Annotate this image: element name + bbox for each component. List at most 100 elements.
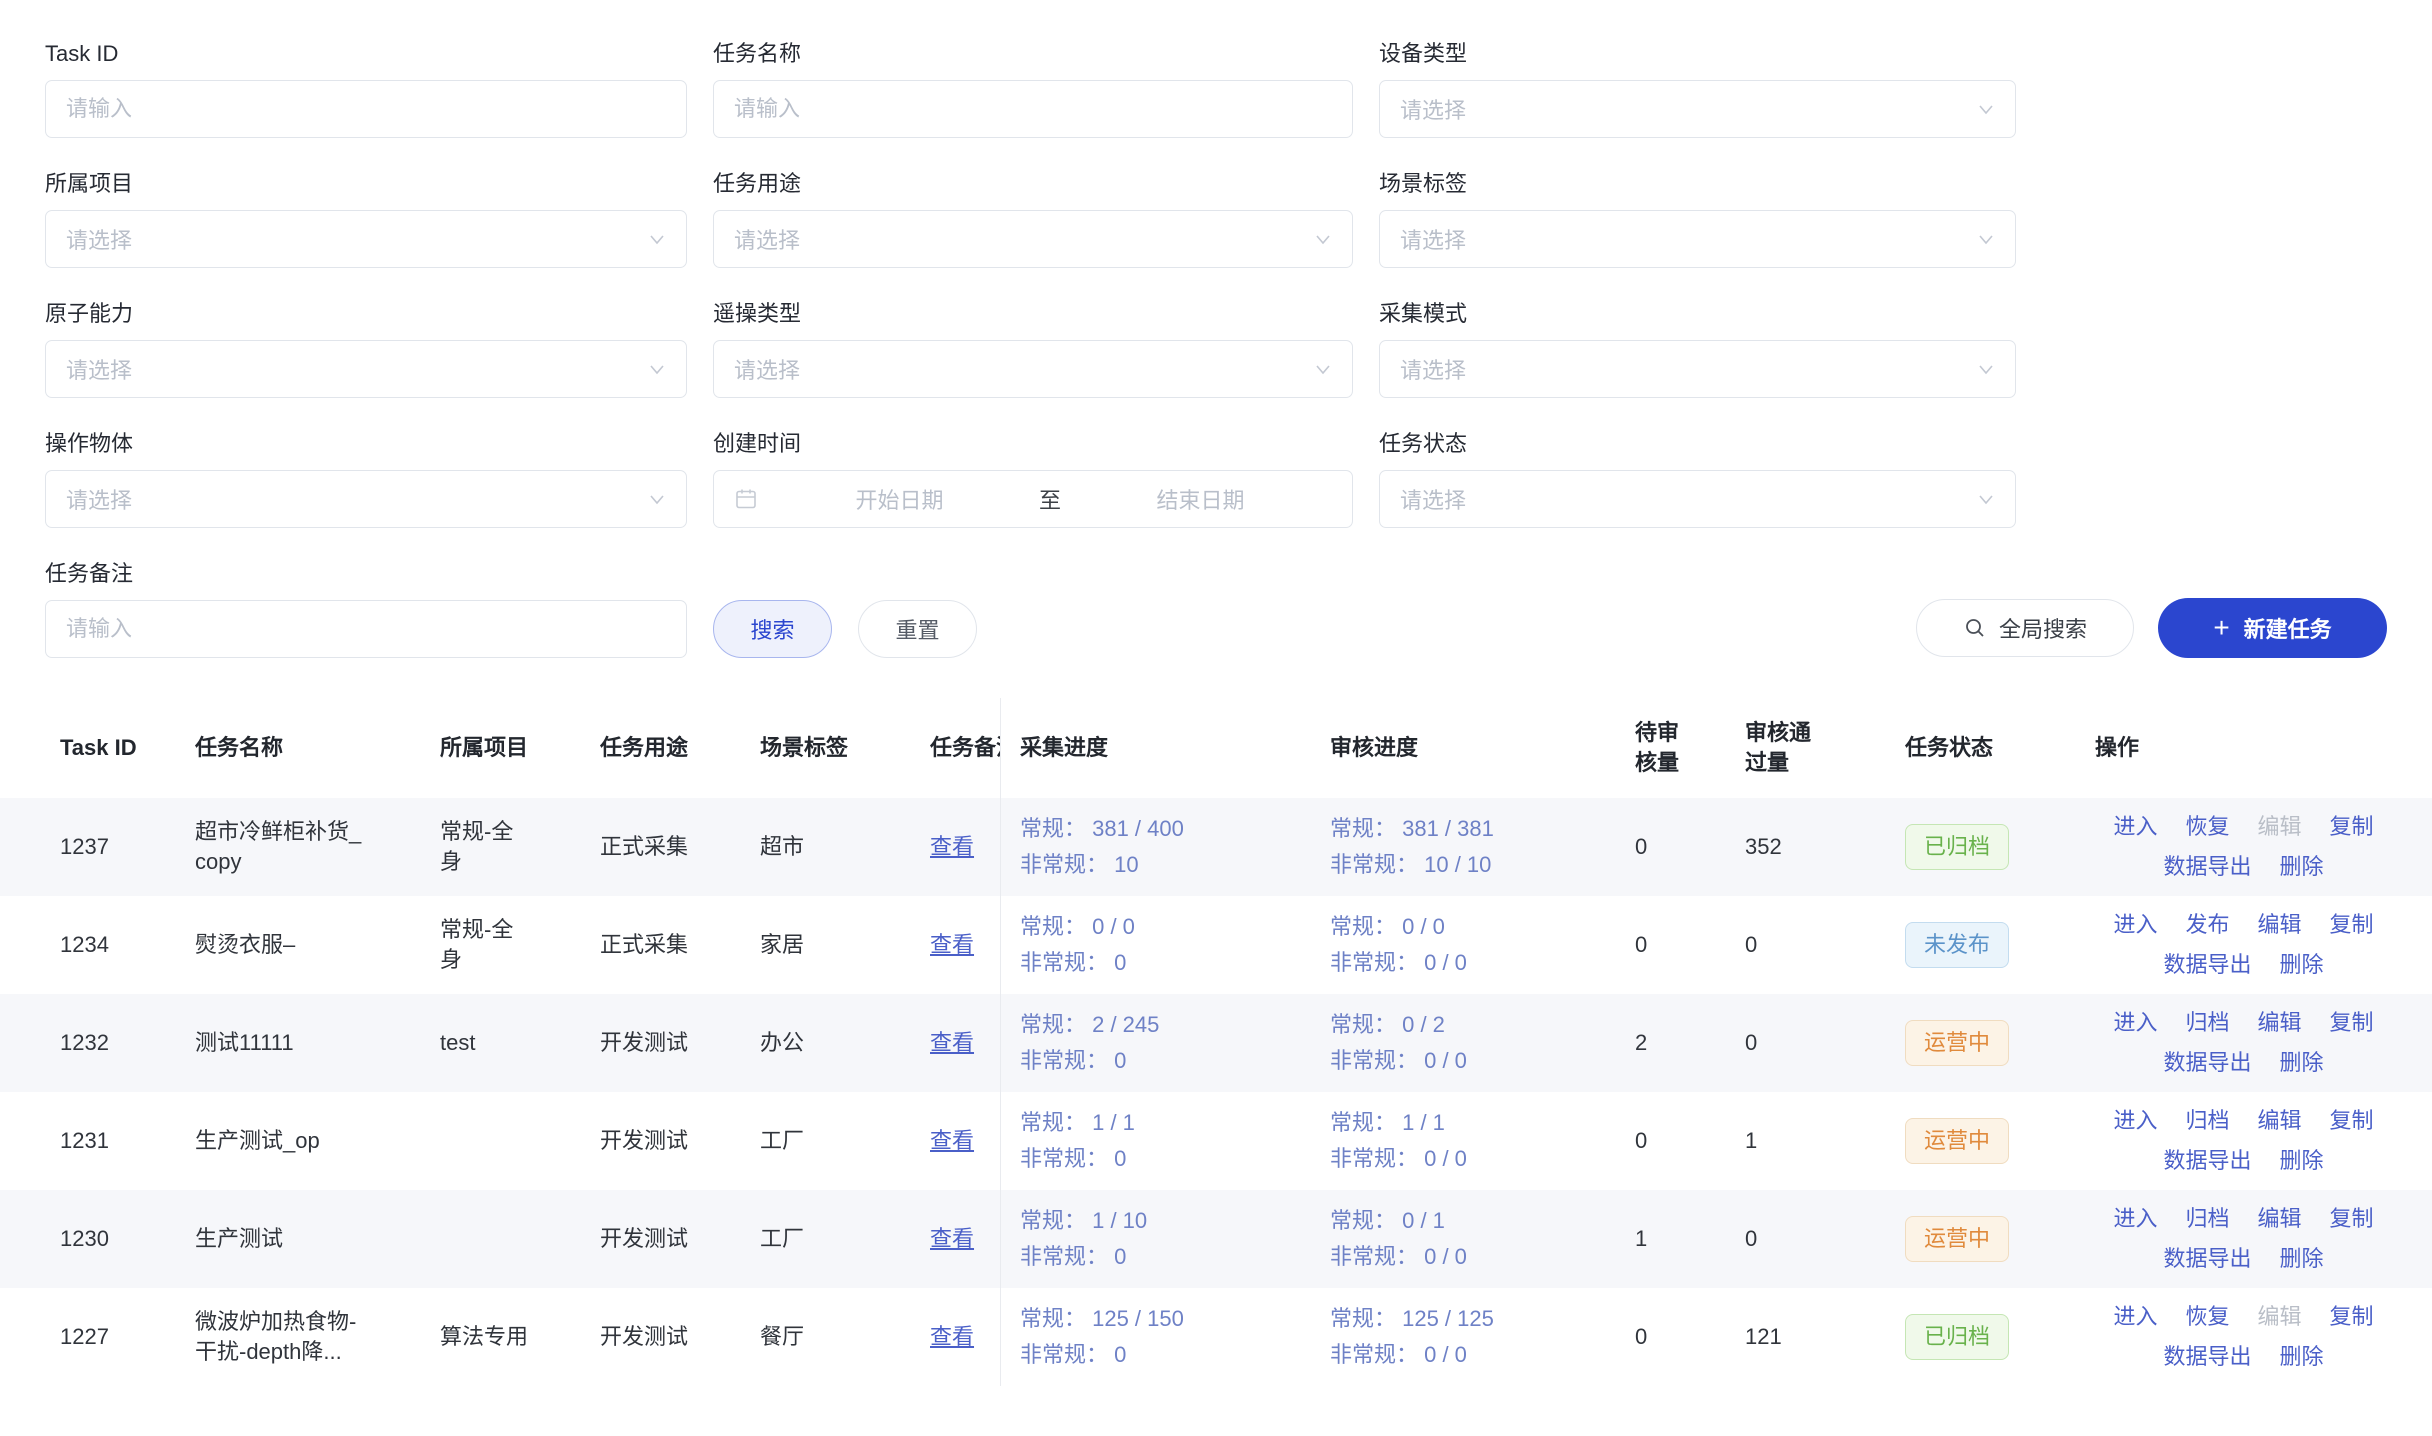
- action-link[interactable]: 复制: [2330, 910, 2374, 940]
- task-status-select[interactable]: 请选择: [1379, 470, 2016, 528]
- cell-approved-count: 0: [1745, 1028, 1905, 1058]
- action-link[interactable]: 复制: [2330, 1008, 2374, 1038]
- view-remark-link[interactable]: 查看: [930, 1126, 974, 1156]
- operate-object-select[interactable]: 请选择: [45, 470, 687, 528]
- chevron-down-icon: [1977, 230, 1995, 248]
- action-link[interactable]: 删除: [2280, 1048, 2324, 1078]
- cell-pending-count: 1: [1635, 1224, 1745, 1254]
- action-link[interactable]: 复制: [2330, 1302, 2374, 1332]
- action-link[interactable]: 复制: [2330, 812, 2374, 842]
- action-link[interactable]: 恢复: [2185, 1302, 2229, 1332]
- cell-remark: 查看: [930, 1224, 1000, 1254]
- filter-task-id: Task ID: [45, 40, 687, 138]
- task-remark-input[interactable]: [66, 616, 666, 642]
- action-link[interactable]: 进入: [2113, 1204, 2157, 1234]
- filter-label: 操作物体: [45, 430, 687, 458]
- action-link[interactable]: 删除: [2280, 1342, 2324, 1372]
- action-link[interactable]: 进入: [2113, 1106, 2157, 1136]
- filter-create-time: 创建时间 开始日期 至 结束日期: [713, 430, 1353, 528]
- action-link[interactable]: 复制: [2330, 1106, 2374, 1136]
- action-link[interactable]: 编辑: [2258, 1204, 2302, 1234]
- col-header-purpose: 任务用途: [600, 733, 760, 763]
- search-button[interactable]: 搜索: [713, 600, 832, 658]
- action-link[interactable]: 归档: [2185, 1106, 2229, 1136]
- cell-collect-progress: 常规： 1 / 10非常规： 0: [1020, 1203, 1330, 1275]
- device-type-select[interactable]: 请选择: [1379, 80, 2016, 138]
- cell-remark: 查看: [930, 1322, 1000, 1352]
- start-date-placeholder[interactable]: 开始日期: [768, 483, 1031, 515]
- create-task-label: 新建任务: [2244, 612, 2332, 644]
- scene-tag-select[interactable]: 请选择: [1379, 210, 2016, 268]
- cell-scene: 家居: [760, 930, 930, 960]
- task-name-input[interactable]: [734, 96, 1332, 122]
- action-link[interactable]: 数据导出: [2163, 1146, 2251, 1176]
- fixed-column-divider: [1000, 698, 1001, 1386]
- status-badge: 未发布: [1905, 922, 2009, 968]
- col-header-project: 所属项目: [440, 733, 600, 763]
- action-link[interactable]: 删除: [2280, 950, 2324, 980]
- cell-task-id: 1237: [60, 832, 195, 862]
- action-link[interactable]: 编辑: [2258, 910, 2302, 940]
- action-link[interactable]: 编辑: [2258, 1008, 2302, 1038]
- action-link[interactable]: 进入: [2113, 910, 2157, 940]
- view-remark-link[interactable]: 查看: [930, 930, 974, 960]
- purpose-select[interactable]: 请选择: [713, 210, 1353, 268]
- cell-purpose: 正式采集: [600, 832, 760, 862]
- view-remark-link[interactable]: 查看: [930, 832, 974, 862]
- action-link[interactable]: 恢复: [2185, 812, 2229, 842]
- task-table: Task ID 任务名称 所属项目 任务用途 场景标签 任务备注 采集进度 审核…: [0, 698, 2432, 1386]
- col-header-task-name: 任务名称: [195, 733, 440, 763]
- filter-label: 任务备注: [45, 560, 687, 588]
- cell-actions: 进入归档编辑复制数据导出删除: [2095, 1008, 2412, 1078]
- collect-mode-select[interactable]: 请选择: [1379, 340, 2016, 398]
- action-link: 编辑: [2258, 812, 2302, 842]
- create-task-button[interactable]: + 新建任务: [2158, 598, 2387, 658]
- action-link[interactable]: 删除: [2280, 1146, 2324, 1176]
- table-row: 1227 微波炉加热食物-干扰-depth降... 算法专用 开发测试 餐厅 查…: [0, 1288, 2432, 1386]
- chevron-down-icon: [1977, 360, 1995, 378]
- col-header-scene: 场景标签: [760, 733, 930, 763]
- action-link[interactable]: 复制: [2330, 1204, 2374, 1234]
- action-link[interactable]: 进入: [2113, 812, 2157, 842]
- cell-collect-progress: 常规： 0 / 0非常规： 0: [1020, 909, 1330, 981]
- filter-label: 原子能力: [45, 300, 687, 328]
- project-select[interactable]: 请选择: [45, 210, 687, 268]
- view-remark-link[interactable]: 查看: [930, 1224, 974, 1254]
- create-time-range-picker[interactable]: 开始日期 至 结束日期: [713, 470, 1353, 528]
- cell-scene: 办公: [760, 1028, 930, 1058]
- filter-operate-object: 操作物体 请选择: [45, 430, 687, 528]
- task-id-input[interactable]: [66, 96, 666, 122]
- cell-purpose: 开发测试: [600, 1322, 760, 1352]
- atomic-ability-select[interactable]: 请选择: [45, 340, 687, 398]
- action-link[interactable]: 发布: [2185, 910, 2229, 940]
- filter-atomic-ability: 原子能力 请选择: [45, 300, 687, 398]
- plus-icon: +: [2213, 614, 2229, 642]
- reset-button[interactable]: 重置: [858, 600, 977, 658]
- action-link[interactable]: 数据导出: [2163, 1342, 2251, 1372]
- action-link[interactable]: 删除: [2280, 1244, 2324, 1274]
- view-remark-link[interactable]: 查看: [930, 1322, 974, 1352]
- action-link[interactable]: 数据导出: [2163, 950, 2251, 980]
- global-search-button[interactable]: 全局搜索: [1916, 599, 2134, 657]
- action-link[interactable]: 归档: [2185, 1008, 2229, 1038]
- filter-label: 所属项目: [45, 170, 687, 198]
- cell-review-progress: 常规： 0 / 0非常规： 0 / 0: [1330, 909, 1635, 981]
- action-link[interactable]: 数据导出: [2163, 852, 2251, 882]
- action-link[interactable]: 数据导出: [2163, 1048, 2251, 1078]
- cell-remark: 查看: [930, 1126, 1000, 1156]
- action-link[interactable]: 进入: [2113, 1302, 2157, 1332]
- action-link[interactable]: 归档: [2185, 1204, 2229, 1234]
- view-remark-link[interactable]: 查看: [930, 1028, 974, 1058]
- cell-task-id: 1231: [60, 1126, 195, 1156]
- action-link[interactable]: 进入: [2113, 1008, 2157, 1038]
- action-link[interactable]: 数据导出: [2163, 1244, 2251, 1274]
- action-link[interactable]: 编辑: [2258, 1106, 2302, 1136]
- end-date-placeholder[interactable]: 结束日期: [1069, 483, 1332, 515]
- action-link[interactable]: 删除: [2280, 852, 2324, 882]
- cell-scene: 工厂: [760, 1224, 930, 1254]
- cell-project: test: [440, 1028, 600, 1058]
- filter-label: 任务用途: [713, 170, 1353, 198]
- teleop-type-select[interactable]: 请选择: [713, 340, 1353, 398]
- cell-status: 运营中: [1905, 1020, 2095, 1066]
- col-header-review-progress: 审核进度: [1330, 733, 1635, 763]
